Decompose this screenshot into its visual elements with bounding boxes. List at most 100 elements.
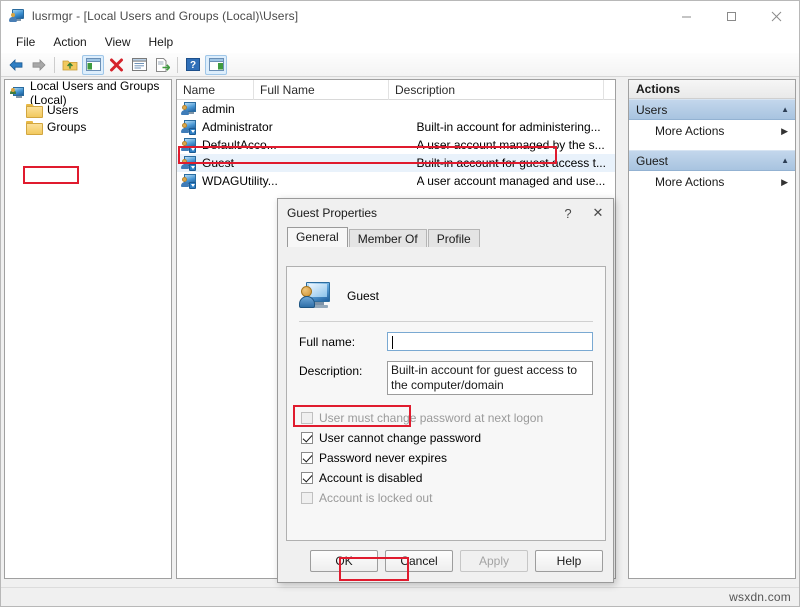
svg-text:?: ?: [190, 60, 196, 71]
checkbox-row-account-disabled[interactable]: Account is disabled: [301, 469, 605, 486]
cell-name: admin: [202, 102, 289, 116]
description-input[interactable]: Built-in account for guest access to the…: [387, 361, 593, 395]
table-row[interactable]: DefaultAcco... A user account managed by…: [177, 136, 615, 154]
checkbox-account-disabled[interactable]: [301, 472, 313, 484]
toolbar-separator-2: [177, 57, 178, 73]
user-account-disabled-icon: [181, 156, 197, 171]
watermark: wsxdn.com: [729, 590, 799, 604]
cell-name: WDAGUtility...: [202, 174, 289, 188]
forward-arrow-icon[interactable]: [28, 55, 50, 75]
dialog-help-button[interactable]: ?: [553, 199, 583, 227]
minimize-icon: [681, 11, 692, 22]
tree-item-root[interactable]: Local Users and Groups (Local): [5, 84, 171, 101]
menu-item-view[interactable]: View: [96, 33, 140, 51]
actions-group-guest[interactable]: Guest ▲: [629, 150, 795, 171]
account-name: Guest: [347, 289, 379, 303]
maximize-button[interactable]: [709, 1, 754, 31]
folder-icon: [26, 103, 42, 116]
checkbox-label: User must change password at next logon: [319, 411, 543, 425]
computer-icon: [10, 86, 25, 100]
menu-bar: File Action View Help: [1, 31, 799, 53]
table-row[interactable]: Administrator Built-in account for admin…: [177, 118, 615, 136]
show-console-tree-icon[interactable]: [82, 55, 104, 75]
actions-item-more-actions-guest[interactable]: More Actions ▶: [629, 171, 795, 193]
full-name-row: Full name:: [287, 322, 605, 351]
cell-name: DefaultAcco...: [202, 138, 289, 152]
user-account-icon: [181, 102, 197, 117]
actions-group-users[interactable]: Users ▲: [629, 99, 795, 120]
guest-properties-dialog: Guest Properties ? ✕ General Member Of P…: [277, 198, 614, 583]
help-button[interactable]: Help: [535, 550, 603, 572]
chevron-up-icon[interactable]: ▲: [781, 105, 789, 114]
list-column-headers: Name Full Name Description: [177, 80, 615, 100]
show-action-pane-icon[interactable]: [205, 55, 227, 75]
menu-item-action[interactable]: Action: [44, 33, 95, 51]
menu-item-help[interactable]: Help: [140, 33, 183, 51]
console-tree-pane: Local Users and Groups (Local) Users Gro…: [4, 79, 172, 579]
export-list-icon[interactable]: [151, 55, 173, 75]
apply-button: Apply: [460, 550, 528, 572]
tab-general[interactable]: General: [287, 227, 348, 247]
checkbox-cannot-change-password[interactable]: [301, 432, 313, 444]
help-icon[interactable]: ?: [182, 55, 204, 75]
account-options: User must change password at next logon …: [287, 395, 605, 506]
ok-button[interactable]: OK: [310, 550, 378, 572]
tab-member-of[interactable]: Member Of: [349, 229, 427, 247]
status-bar: wsxdn.com: [1, 587, 799, 606]
user-account-disabled-icon: [181, 174, 197, 189]
checkbox-account-locked-out: [301, 492, 313, 504]
tree-item-groups[interactable]: Groups: [5, 118, 171, 135]
full-name-input[interactable]: [387, 332, 593, 351]
actions-item-more-actions-users[interactable]: More Actions ▶: [629, 120, 795, 142]
table-row[interactable]: WDAGUtility... A user account managed an…: [177, 172, 615, 190]
chevron-up-icon[interactable]: ▲: [781, 156, 789, 165]
text-caret: [392, 336, 393, 349]
dialog-close-button[interactable]: ✕: [583, 199, 613, 227]
column-header-full-name[interactable]: Full Name: [254, 80, 389, 100]
general-tab-panel: Guest Full name: Description: Built-in a…: [286, 266, 606, 541]
cell-description: A user account managed and use...: [417, 174, 615, 188]
checkbox-row-password-never-expires[interactable]: Password never expires: [301, 449, 605, 466]
table-row-guest[interactable]: Guest Built-in account for guest access …: [177, 154, 615, 172]
checkbox-password-never-expires[interactable]: [301, 452, 313, 464]
chevron-right-icon: ▶: [781, 177, 788, 188]
tree-item-groups-label: Groups: [47, 120, 86, 134]
checkbox-label: Account is locked out: [319, 491, 432, 505]
tree-item-users-label: Users: [47, 103, 78, 117]
dialog-buttons: OK Cancel Apply Help: [278, 550, 613, 572]
cell-name: Administrator: [202, 120, 289, 134]
checkbox-row-account-locked-out[interactable]: Account is locked out: [301, 489, 605, 506]
checkbox-row-must-change-password[interactable]: User must change password at next logon: [301, 409, 605, 426]
user-account-disabled-icon: [181, 138, 197, 153]
description-row: Description: Built-in account for guest …: [287, 351, 605, 395]
cancel-button[interactable]: Cancel: [385, 550, 453, 572]
back-arrow-icon[interactable]: [5, 55, 27, 75]
dialog-title-bar: Guest Properties ? ✕: [278, 199, 613, 227]
column-header-name[interactable]: Name: [177, 80, 254, 100]
window-controls: [664, 1, 799, 31]
description-label: Description:: [299, 361, 387, 378]
checkbox-label: Account is disabled: [319, 471, 422, 485]
window-title: lusrmgr - [Local Users and Groups (Local…: [32, 9, 298, 23]
menu-item-file[interactable]: File: [7, 33, 44, 51]
column-header-description[interactable]: Description: [389, 80, 604, 100]
lusrmgr-window: lusrmgr - [Local Users and Groups (Local…: [0, 0, 800, 607]
checkbox-row-cannot-change-password[interactable]: User cannot change password: [301, 429, 605, 446]
close-button[interactable]: [754, 1, 799, 31]
table-row[interactable]: admin: [177, 100, 615, 118]
actions-spacer: [629, 142, 795, 150]
up-one-level-icon[interactable]: [59, 55, 81, 75]
user-account-icon: [299, 281, 331, 311]
actions-item-label: More Actions: [655, 124, 724, 138]
dialog-title: Guest Properties: [278, 206, 377, 220]
minimize-button[interactable]: [664, 1, 709, 31]
close-icon: [771, 11, 782, 22]
properties-icon[interactable]: [128, 55, 150, 75]
tab-profile[interactable]: Profile: [428, 229, 480, 247]
actions-group-guest-label: Guest: [636, 154, 668, 168]
cell-description: Built-in account for guest access t...: [417, 156, 615, 170]
delete-icon[interactable]: [105, 55, 127, 75]
dialog-title-buttons: ? ✕: [553, 199, 613, 227]
actions-item-label: More Actions: [655, 175, 724, 189]
actions-pane: Actions Users ▲ More Actions ▶ Guest ▲ M…: [628, 79, 796, 579]
